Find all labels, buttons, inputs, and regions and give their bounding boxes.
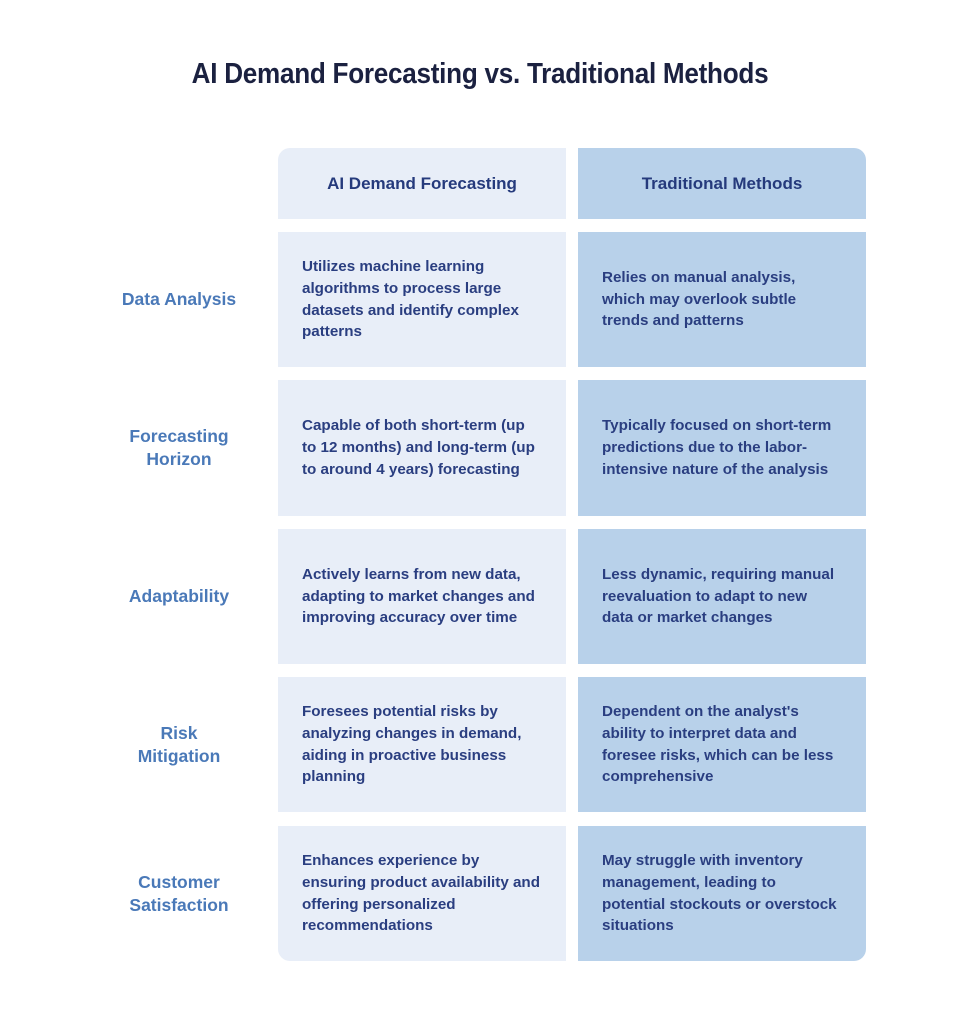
label-text: Risk Mitigation — [137, 722, 221, 766]
traditional-cell-risk-mitigation: Dependent on the analyst's ability to in… — [578, 677, 866, 812]
cell-text: Foresees potential risks by analyzing ch… — [302, 702, 522, 786]
cell-text: Actively learns from new data, adapting … — [302, 565, 535, 627]
ai-cell-risk-mitigation: Foresees potential risks by analyzing ch… — [278, 677, 566, 812]
row-label-customer-satisfaction: Customer Satisfaction — [90, 826, 268, 961]
ai-cell-adaptability: Actively learns from new data, adapting … — [278, 529, 566, 664]
traditional-cell-customer-satisfaction: May struggle with inventory management, … — [578, 826, 866, 961]
row-label-forecasting-horizon: Forecasting Horizon — [90, 380, 268, 516]
cell-text: May struggle with inventory management, … — [602, 851, 837, 935]
label-text: Customer Satisfaction — [129, 871, 229, 915]
ai-cell-forecasting-horizon: Capable of both short-term (up to 12 mon… — [278, 380, 566, 516]
cell-text: Typically focused on short-term predicti… — [602, 417, 832, 478]
traditional-cell-data-analysis: Relies on manual analysis, which may ove… — [578, 232, 866, 367]
label-text: Forecasting Horizon — [129, 426, 229, 469]
column-header-traditional: Traditional Methods — [578, 148, 866, 219]
traditional-cell-adaptability: Less dynamic, requiring manual reevaluat… — [578, 529, 866, 664]
column-header-ai: AI Demand Forecasting — [278, 148, 566, 219]
ai-cell-customer-satisfaction: Enhances experience by ensuring product … — [278, 826, 566, 961]
ai-cell-data-analysis: Utilizes machine learning algorithms to … — [278, 232, 566, 367]
page-title: AI Demand Forecasting vs. Traditional Me… — [191, 58, 769, 90]
row-label-risk-mitigation: Risk Mitigation — [90, 677, 268, 812]
row-label-data-analysis: Data Analysis — [121, 289, 237, 309]
cell-text: Dependent on the analyst's ability to in… — [602, 702, 834, 786]
traditional-cell-forecasting-horizon: Typically focused on short-term predicti… — [578, 380, 866, 516]
cell-text: Utilizes machine learning algorithms to … — [302, 257, 519, 341]
cell-text: Capable of both short-term (up to 12 mon… — [302, 417, 535, 478]
row-label-adaptability: Adaptability — [128, 586, 230, 606]
cell-text: Relies on manual analysis, which may ove… — [602, 268, 797, 330]
cell-text: Enhances experience by ensuring product … — [302, 851, 540, 935]
cell-text: Less dynamic, requiring manual reevaluat… — [602, 565, 835, 627]
